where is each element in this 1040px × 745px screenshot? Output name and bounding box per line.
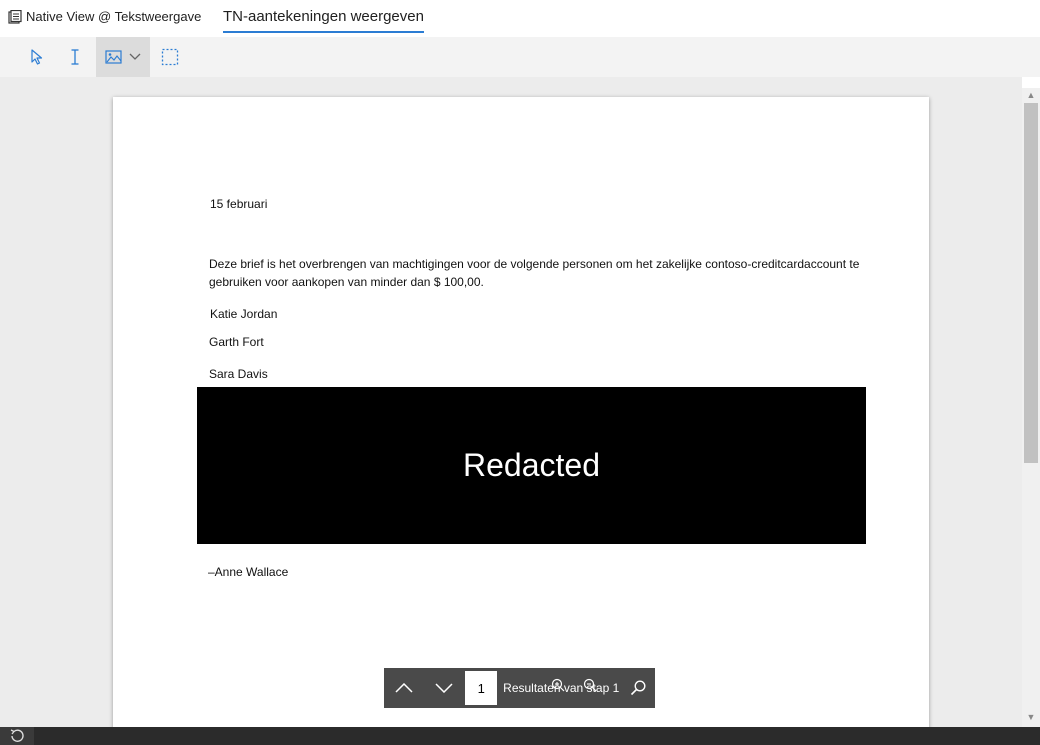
chevron-down-icon[interactable] — [129, 53, 141, 61]
next-result-button[interactable] — [424, 668, 464, 708]
scroll-up-icon[interactable]: ▲ — [1022, 88, 1040, 102]
zoom-icons — [551, 678, 597, 692]
zoom-in-icon[interactable] — [551, 678, 565, 692]
letter-body-line-1: Deze brief is het overbrengen van machti… — [209, 257, 860, 271]
history-icon[interactable] — [0, 727, 34, 745]
page-number-input[interactable]: 1 — [465, 671, 498, 705]
document-viewer[interactable]: 15 februari Deze brief is het overbrenge… — [0, 77, 1022, 727]
search-icon — [631, 680, 646, 696]
text-select-tool-button[interactable] — [56, 37, 94, 77]
chevron-down-icon — [435, 683, 453, 693]
document-icon — [8, 9, 22, 24]
search-button[interactable] — [621, 668, 655, 708]
redaction-label: Redacted — [463, 447, 600, 483]
chevron-up-icon — [395, 683, 413, 693]
results-label: Resultaten van stap 1 — [503, 678, 619, 695]
scrollbar-thumb[interactable] — [1024, 103, 1038, 463]
signature: –Anne Wallace — [208, 565, 289, 579]
taskbar — [0, 727, 1040, 745]
letter-body-line-2: gebruiken voor aankopen van minder dan $… — [209, 275, 484, 289]
person-name: Katie Jordan — [210, 307, 278, 321]
area-select-icon — [161, 48, 179, 66]
image-redact-tool-button[interactable] — [96, 37, 150, 77]
tab-annotations[interactable]: TN-aantekeningen weergeven — [223, 8, 424, 33]
person-name: Garth Fort — [209, 335, 264, 349]
tab-native-view[interactable]: Native View @ Tekstweergave — [8, 9, 201, 24]
letter-date: 15 februari — [210, 197, 268, 211]
tab-bar: Native View @ Tekstweergave TN-aantekeni… — [0, 0, 1040, 37]
scroll-down-icon[interactable]: ▼ — [1022, 710, 1040, 724]
previous-result-button[interactable] — [384, 668, 424, 708]
tab-native-view-label: Native View @ Tekstweergave — [26, 9, 202, 24]
document-page: 15 februari Deze brief is het overbrenge… — [113, 97, 929, 727]
person-name: Sara Davis — [209, 367, 268, 381]
pointer-icon — [31, 49, 43, 65]
pointer-tool-button[interactable] — [18, 37, 56, 77]
area-select-tool-button[interactable] — [152, 37, 188, 77]
image-redact-icon — [105, 50, 122, 64]
redaction-box[interactable]: Redacted — [197, 387, 866, 544]
annotation-toolbar — [0, 37, 1040, 77]
zoom-out-icon[interactable] — [583, 678, 597, 692]
text-cursor-icon — [71, 49, 79, 65]
find-bar: 1 Resultaten van stap 1 — [384, 668, 655, 708]
